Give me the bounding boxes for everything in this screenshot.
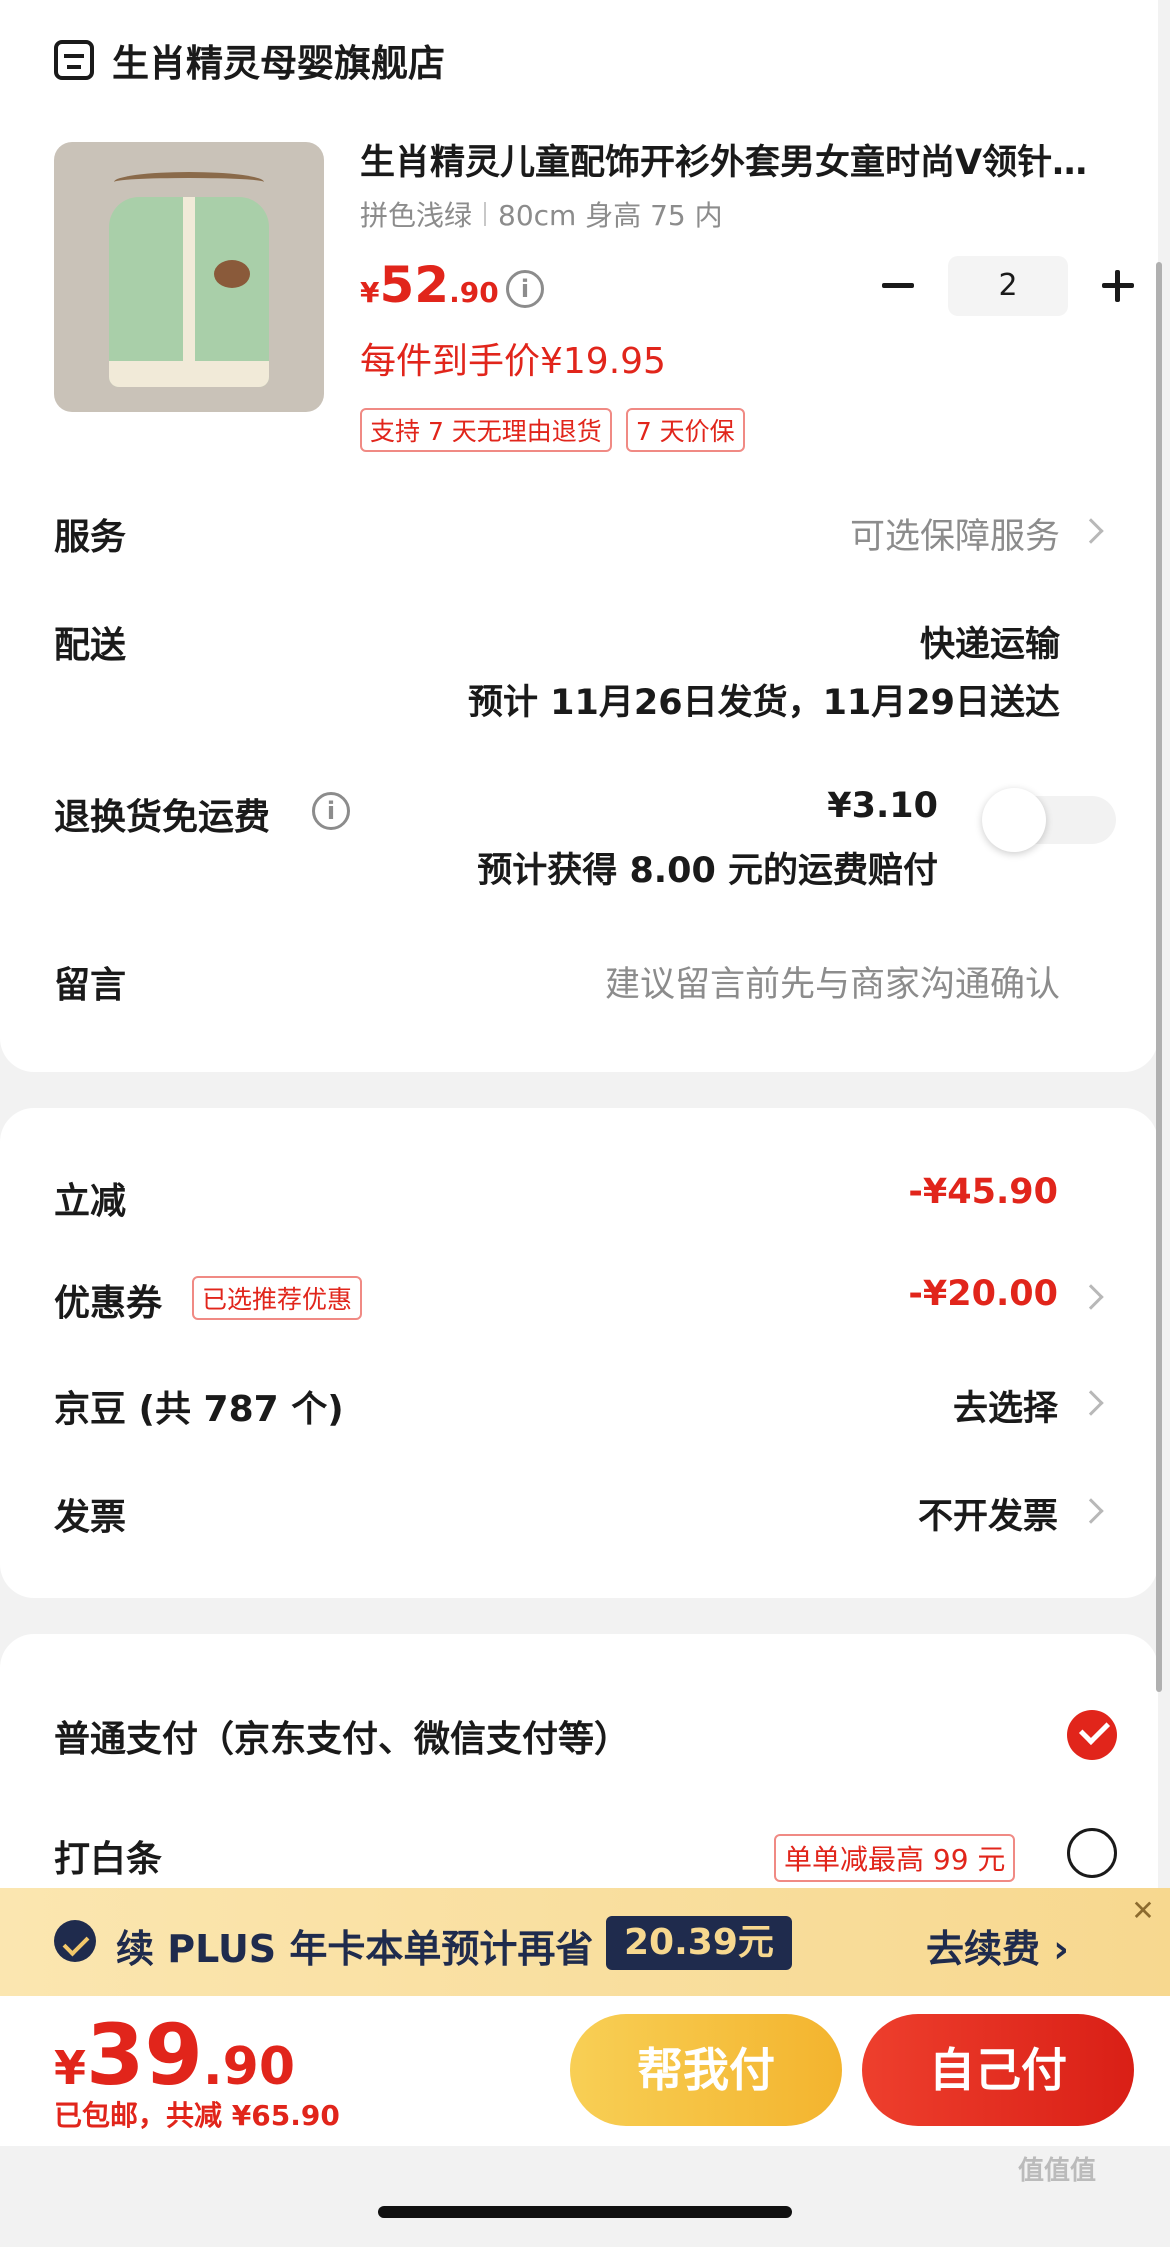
tag-return: 支持 7 天无理由退货 [360, 408, 612, 452]
total-savings: 已包邮，共减 ¥65.90 [54, 2099, 340, 2132]
service-value[interactable]: 可选保障服务 [850, 508, 1060, 559]
plus-banner-text: 续 PLUS 年卡本单预计再省 [116, 1927, 594, 1971]
return-shipping-toggle[interactable] [982, 788, 1116, 852]
home-indicator[interactable] [378, 2206, 792, 2218]
scrollbar[interactable] [1156, 262, 1162, 1692]
plus-logo-icon [54, 1920, 96, 1962]
store-header[interactable]: 生肖精灵母婴旗舰店 [54, 32, 445, 88]
bear-patch-graphic [214, 260, 250, 288]
delivery-label: 配送 [54, 625, 127, 666]
return-shipping-price: ¥3.10 [827, 786, 938, 826]
coupon-value[interactable]: -¥20.00 [908, 1274, 1058, 1314]
price-integer: 52 [379, 256, 450, 314]
quantity-stepper: 2 [878, 256, 1138, 316]
tag-price-protect: 7 天价保 [625, 408, 745, 452]
invoice-label: 发票 [54, 1497, 127, 1538]
price-info-icon[interactable]: i [506, 270, 544, 308]
product-color: 拼色浅绿 [360, 199, 473, 232]
chevron-right-icon[interactable] [1078, 1284, 1104, 1310]
product-image[interactable] [54, 142, 324, 412]
delivery-schedule: 预计 11月26日发货，11月29日送达 [467, 683, 1060, 723]
message-input[interactable]: 建议留言前先与商家沟通确认 [605, 956, 1060, 1007]
product-price: ¥ 52 .90 [360, 256, 499, 314]
price-currency: ¥ [360, 276, 380, 309]
increase-quantity-button[interactable] [1098, 266, 1138, 306]
total-decimal: .90 [202, 2037, 296, 2097]
total-currency: ¥ [54, 2041, 87, 2095]
normal-pay-radio-checked[interactable] [1067, 1710, 1117, 1760]
product-spec: 拼色浅绿 80cm 身高 75 内 [360, 194, 723, 234]
store-icon [54, 40, 94, 80]
discount-card: 立减 -¥45.90 优惠券 -¥20.00 京豆 (共 787 个) 去选择 … [0, 1108, 1158, 1598]
chevron-right-icon[interactable] [1078, 518, 1104, 544]
total-integer: 39 [86, 2006, 203, 2104]
instant-discount-value: -¥45.90 [908, 1172, 1058, 1212]
cardigan-graphic [109, 197, 269, 387]
baitiao-label[interactable]: 打白条 [54, 1830, 162, 1882]
plus-saving-amount: 20.39元 [606, 1916, 792, 1970]
chevron-right-icon[interactable] [1078, 1498, 1104, 1524]
checkout-bar: ¥ 39 .90 已包邮，共减 ¥65.90 帮我付 自己付 [0, 1996, 1170, 2146]
decrease-quantity-button[interactable] [878, 266, 918, 306]
help-pay-button[interactable]: 帮我付 [570, 2014, 842, 2126]
total-price: ¥ 39 .90 [54, 2006, 295, 2104]
beans-label: 京豆 (共 787 个) [54, 1389, 344, 1430]
spec-divider [484, 202, 487, 226]
price-decimal: .90 [449, 276, 499, 309]
hanger-graphic [114, 172, 264, 192]
store-name[interactable]: 生肖精灵母婴旗舰店 [112, 33, 445, 87]
return-shipping-label: 退换货免运费 [54, 797, 271, 838]
close-icon[interactable]: ✕ [1128, 1896, 1158, 1926]
normal-pay-label[interactable]: 普通支付（京东支付、微信支付等） [54, 1710, 630, 1762]
service-label: 服务 [54, 517, 127, 558]
order-card: 生肖精灵母婴旗舰店 生肖精灵儿童配饰开衫外套男女童时尚V领针织衫宝宝 拼色浅绿 … [0, 0, 1158, 1072]
delivery-method: 快递运输 [919, 625, 1060, 665]
plus-renew-link[interactable]: 去续费 › [926, 1918, 1069, 1973]
product-tags: 支持 7 天无理由退货 7 天价保 [360, 408, 745, 452]
return-shipping-info-icon[interactable]: i [312, 792, 350, 830]
plus-banner[interactable]: 续 PLUS 年卡本单预计再省 20.39元 去续费 › ✕ [0, 1888, 1170, 1996]
message-label: 留言 [54, 965, 127, 1006]
return-shipping-note: 预计获得 8.00 元的运费赔付 [477, 851, 938, 891]
instant-discount-label: 立减 [54, 1181, 127, 1222]
baitiao-radio[interactable] [1067, 1828, 1117, 1878]
deal-price: 每件到手价¥19.95 [360, 341, 666, 382]
beans-value[interactable]: 去选择 [953, 1380, 1058, 1431]
self-pay-button[interactable]: 自己付 [862, 2014, 1134, 2126]
coupon-recommended-tag: 已选推荐优惠 [192, 1276, 363, 1320]
invoice-value[interactable]: 不开发票 [918, 1488, 1058, 1539]
coupon-label: 优惠券 [54, 1283, 163, 1324]
product-title[interactable]: 生肖精灵儿童配饰开衫外套男女童时尚V领针织衫宝宝 [360, 134, 1120, 185]
toggle-knob [982, 788, 1046, 852]
baitiao-promo-tag: 单单减最高 99 元 [774, 1834, 1016, 1882]
quantity-input[interactable]: 2 [948, 256, 1068, 316]
product-size: 80cm 身高 75 内 [498, 199, 723, 232]
watermark: 值值值 [1018, 2156, 1097, 2186]
chevron-right-icon[interactable] [1078, 1390, 1104, 1416]
